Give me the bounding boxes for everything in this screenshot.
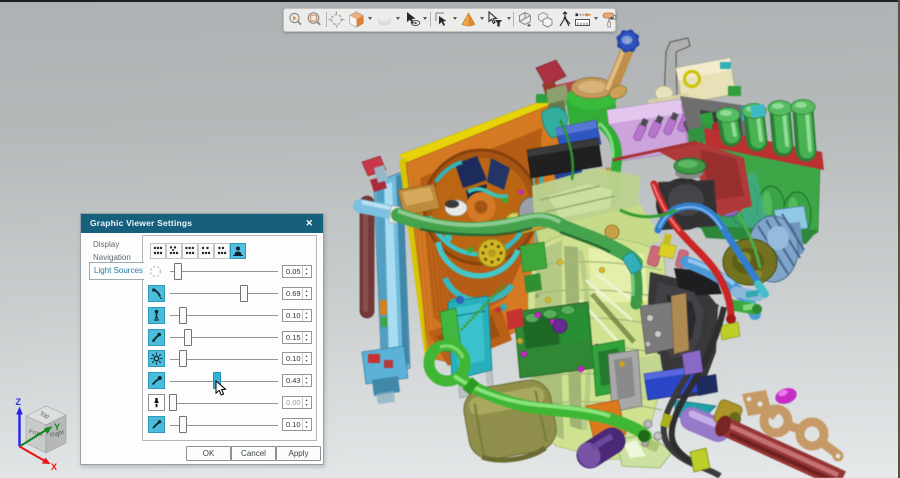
svg-text:X: X: [51, 462, 57, 472]
svg-text:Y: Y: [54, 422, 60, 432]
svg-text:Z: Z: [16, 397, 22, 407]
